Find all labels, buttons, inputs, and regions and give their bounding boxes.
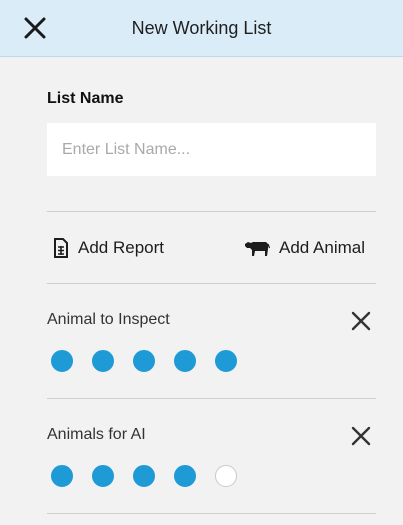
header-bar: New Working List [0,0,403,57]
remove-icon[interactable] [350,425,372,447]
report-icon [54,238,68,258]
list-name-input[interactable] [47,123,376,176]
divider [47,283,376,284]
empty-dot [215,465,237,487]
add-animal-label: Add Animal [279,238,365,257]
filled-dot [92,350,114,372]
add-report-button[interactable]: Add Report [53,235,164,261]
remove-icon[interactable] [350,310,372,332]
filled-dot [174,350,196,372]
list-item-label: Animal to Inspect [47,311,170,328]
filled-dot [92,465,114,487]
add-report-label: Add Report [78,238,164,257]
filled-dot [51,465,73,487]
page-title: New Working List [131,18,272,38]
filled-dot [215,350,237,372]
divider [47,398,376,399]
filled-dot [133,465,155,487]
progress-dots [51,350,237,372]
divider [47,211,376,212]
filled-dot [133,350,155,372]
progress-dots [51,465,237,487]
cow-icon [245,242,270,256]
list-item-label: Animals for AI [47,426,146,443]
filled-dot [174,465,196,487]
list-name-label: List Name [47,90,124,107]
divider [47,513,376,514]
filled-dot [51,350,73,372]
add-animal-button[interactable]: Add Animal [244,235,365,261]
